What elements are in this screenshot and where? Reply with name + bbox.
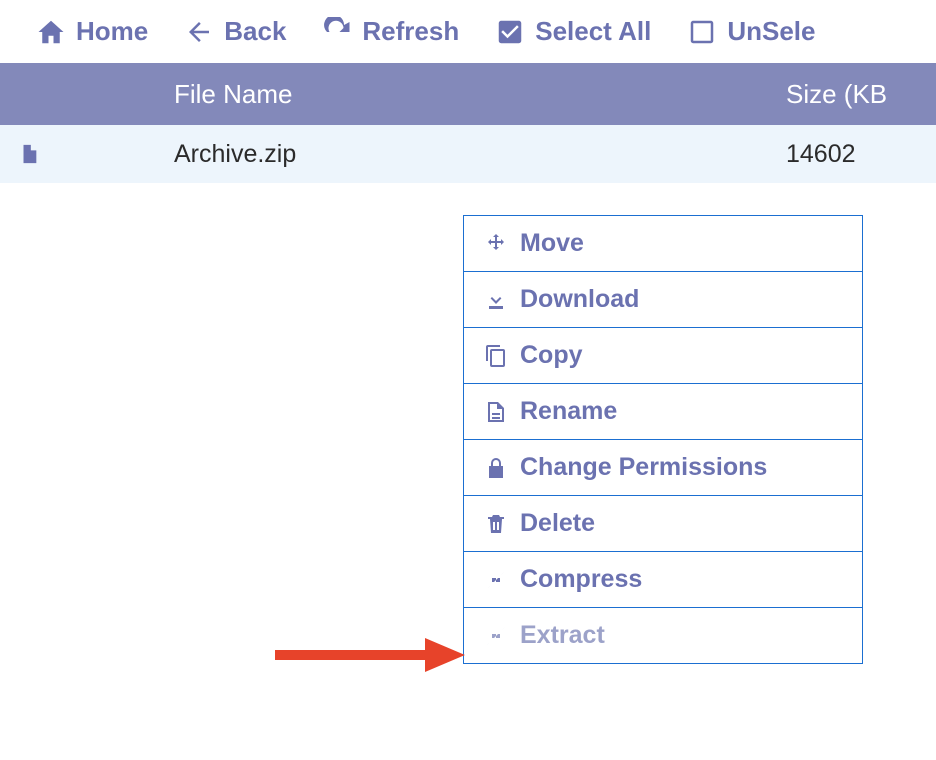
menu-rename[interactable]: Rename bbox=[464, 384, 862, 440]
menu-extract-label: Extract bbox=[520, 621, 605, 650]
unselect-label: UnSele bbox=[727, 16, 815, 47]
menu-rename-label: Rename bbox=[520, 397, 617, 426]
download-icon bbox=[484, 288, 508, 312]
menu-delete[interactable]: Delete bbox=[464, 496, 862, 552]
menu-compress-label: Compress bbox=[520, 565, 642, 594]
table-header: File Name Size (KB bbox=[0, 63, 936, 125]
refresh-label: Refresh bbox=[362, 16, 459, 47]
lock-icon bbox=[484, 456, 508, 480]
arrow-left-icon bbox=[184, 17, 214, 47]
menu-download[interactable]: Download bbox=[464, 272, 862, 328]
back-label: Back bbox=[224, 16, 286, 47]
menu-download-label: Download bbox=[520, 285, 639, 314]
file-icon-cell bbox=[0, 140, 174, 168]
home-icon bbox=[36, 17, 66, 47]
header-size[interactable]: Size (KB bbox=[786, 79, 936, 110]
refresh-button[interactable]: Refresh bbox=[322, 16, 459, 47]
menu-permissions[interactable]: Change Permissions bbox=[464, 440, 862, 496]
select-all-label: Select All bbox=[535, 16, 651, 47]
menu-move-label: Move bbox=[520, 229, 584, 258]
refresh-icon bbox=[322, 17, 352, 47]
table-row[interactable]: Archive.zip 14602 bbox=[0, 125, 936, 183]
copy-icon bbox=[484, 344, 508, 368]
context-menu: Move Download Copy Rename Change Permiss… bbox=[463, 215, 863, 664]
header-name[interactable]: File Name bbox=[174, 79, 786, 110]
menu-delete-label: Delete bbox=[520, 509, 595, 538]
expand-icon bbox=[484, 624, 508, 648]
select-all-button[interactable]: Select All bbox=[495, 16, 651, 47]
checkbox-empty-icon bbox=[687, 17, 717, 47]
move-icon bbox=[484, 232, 508, 256]
menu-permissions-label: Change Permissions bbox=[520, 453, 767, 482]
home-label: Home bbox=[76, 16, 148, 47]
menu-copy-label: Copy bbox=[520, 341, 583, 370]
home-button[interactable]: Home bbox=[36, 16, 148, 47]
annotation-arrow-icon bbox=[275, 630, 475, 680]
menu-extract[interactable]: Extract bbox=[464, 608, 862, 663]
menu-move[interactable]: Move bbox=[464, 216, 862, 272]
trash-icon bbox=[484, 512, 508, 536]
checkbox-checked-icon bbox=[495, 17, 525, 47]
menu-copy[interactable]: Copy bbox=[464, 328, 862, 384]
file-name: Archive.zip bbox=[174, 140, 786, 169]
back-button[interactable]: Back bbox=[184, 16, 286, 47]
compress-icon bbox=[484, 568, 508, 592]
unselect-button[interactable]: UnSele bbox=[687, 16, 815, 47]
toolbar: Home Back Refresh Select All UnSele bbox=[0, 0, 936, 63]
file-size: 14602 bbox=[786, 140, 936, 169]
rename-icon bbox=[484, 400, 508, 424]
menu-compress[interactable]: Compress bbox=[464, 552, 862, 608]
file-icon bbox=[18, 140, 40, 168]
